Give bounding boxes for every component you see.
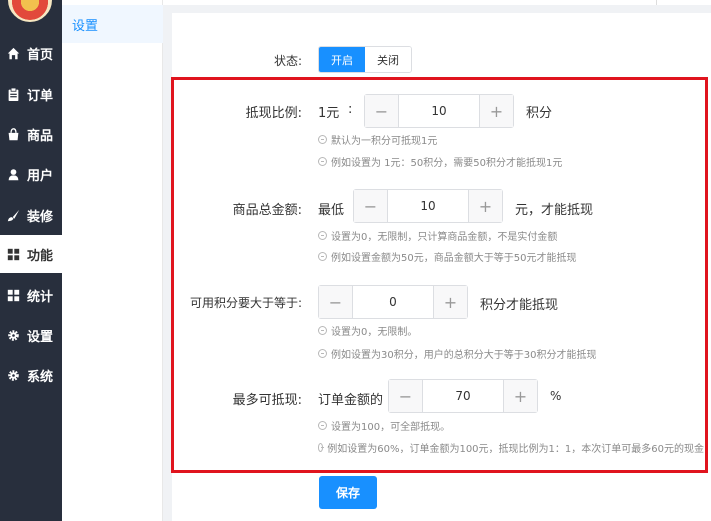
info-icon — [318, 421, 327, 430]
brand-logo — [8, 0, 52, 22]
sidebar-item-label: 首页 — [27, 47, 54, 63]
plus-icon: + — [443, 292, 458, 312]
minus-icon: − — [363, 196, 378, 216]
max-deduct-hint-2: 例如设置为60%，订单金额为100元，抵现比例为1：1，本次订单可最多60元的现… — [318, 440, 704, 455]
status-toggle[interactable]: 开启 关闭 — [318, 46, 412, 73]
min-total-input[interactable]: 10 — [388, 190, 468, 222]
grid-icon — [7, 289, 20, 301]
min-total-prefix: 最低 — [318, 203, 345, 218]
min-total-stepper[interactable]: − 10 + — [353, 189, 503, 223]
info-icon — [318, 231, 327, 240]
ratio-stepper[interactable]: − 10 + — [364, 94, 514, 128]
sidebar-item-settings[interactable]: 设置 — [0, 316, 62, 354]
status-off-button[interactable]: 关闭 — [365, 47, 411, 72]
sidebar-item-label: 用户 — [27, 168, 54, 184]
info-icon — [318, 252, 327, 261]
max-deduct-suffix: % — [550, 389, 562, 403]
min-points-hint-2: 例如设置为30积分，用户的总积分大于等于30积分才能抵现 — [318, 346, 596, 361]
gear-icon — [8, 329, 19, 341]
ratio-prefix: 1元 — [318, 106, 340, 121]
user-icon — [8, 168, 19, 180]
min-total-label: 商品总金额: — [232, 203, 302, 218]
min-points-hint-1: 设置为0，无限制。 — [318, 323, 417, 338]
max-deduct-stepper[interactable]: − 70 + — [388, 379, 538, 413]
max-deduct-hint-1: 设置为100，可全部抵现。 — [318, 418, 450, 433]
sidebar-item-decoration[interactable]: 装修 — [0, 196, 62, 234]
ratio-label: 抵现比例: — [245, 106, 302, 121]
min-points-input[interactable]: 0 — [353, 286, 433, 318]
gear-icon — [8, 369, 19, 381]
clipboard-icon — [8, 87, 19, 101]
highlight-box — [171, 77, 708, 473]
min-total-hint-2: 例如设置金额为50元，商品金额大于等于50元才能抵现 — [318, 249, 576, 264]
min-total-decrease-button[interactable]: − — [354, 190, 388, 222]
sidebar-item-products[interactable]: 商品 — [0, 115, 62, 153]
ratio-colon: : — [348, 102, 353, 117]
max-deduct-label: 最多可抵现: — [232, 393, 302, 408]
ratio-hint-1: 默认为一积分可抵现1元 — [318, 132, 437, 147]
min-points-increase-button[interactable]: + — [433, 286, 467, 318]
min-total-increase-button[interactable]: + — [468, 190, 502, 222]
min-total-hint-1: 设置为0，无限制，只计算商品金额，不是实付金额 — [318, 228, 557, 243]
submenu-item-settings[interactable]: 设置 — [62, 5, 163, 43]
ratio-suffix: 积分 — [526, 106, 553, 121]
info-icon — [318, 326, 327, 335]
sidebar-item-label: 统计 — [27, 289, 54, 305]
minus-icon: − — [328, 292, 343, 312]
minus-icon: − — [374, 101, 389, 121]
min-points-decrease-button[interactable]: − — [319, 286, 353, 318]
minus-icon: − — [398, 386, 413, 406]
status-label: 状态: — [273, 54, 302, 68]
save-button[interactable]: 保存 — [319, 476, 377, 509]
shopping-bag-icon — [8, 127, 19, 140]
sidebar-item-features[interactable]: 功能 — [0, 235, 62, 273]
ratio-input[interactable]: 10 — [399, 95, 479, 127]
info-icon — [318, 349, 327, 358]
min-points-suffix: 积分才能抵现 — [480, 298, 559, 313]
info-icon — [318, 443, 325, 452]
min-total-suffix: 元，才能抵现 — [515, 203, 594, 218]
sidebar-item-label: 设置 — [27, 329, 54, 345]
max-deduct-prefix: 订单金额的 — [318, 393, 384, 408]
sidebar-item-users[interactable]: 用户 — [0, 155, 62, 193]
ratio-hint-2: 例如设置为 1元：50积分，需要50积分才能抵现1元 — [318, 154, 562, 169]
info-icon — [318, 157, 327, 166]
status-on-button[interactable]: 开启 — [319, 47, 365, 72]
info-icon — [318, 135, 327, 144]
min-points-label: 可用积分要大于等于: — [189, 296, 302, 310]
submenu-panel: 设置 — [62, 0, 163, 521]
ratio-increase-button[interactable]: + — [479, 95, 513, 127]
sidebar-item-label: 装修 — [27, 209, 54, 225]
grid-icon — [7, 248, 20, 260]
sidebar-item-label: 商品 — [27, 128, 54, 144]
min-points-stepper[interactable]: − 0 + — [318, 285, 468, 319]
max-deduct-decrease-button[interactable]: − — [389, 380, 423, 412]
max-deduct-input[interactable]: 70 — [423, 380, 503, 412]
home-icon — [7, 47, 20, 59]
brush-icon — [7, 209, 20, 221]
sidebar-item-label: 功能 — [27, 248, 54, 264]
sidebar-item-statistics[interactable]: 统计 — [0, 276, 62, 314]
sidebar-item-home[interactable]: 首页 — [0, 34, 62, 72]
plus-icon: + — [489, 101, 504, 121]
max-deduct-increase-button[interactable]: + — [503, 380, 537, 412]
sidebar-item-system[interactable]: 系统 — [0, 356, 62, 394]
sidebar-item-label: 系统 — [27, 369, 54, 385]
ratio-decrease-button[interactable]: − — [365, 95, 399, 127]
plus-icon: + — [478, 196, 493, 216]
top-bar — [163, 0, 711, 5]
top-bar-divider — [656, 0, 657, 5]
sidebar-item-label: 订单 — [27, 88, 54, 104]
plus-icon: + — [513, 386, 528, 406]
main-sidebar: 首页 订单 商品 用户 装修 功能 统计 设置 系统 — [0, 0, 62, 521]
sidebar-item-orders[interactable]: 订单 — [0, 75, 62, 113]
